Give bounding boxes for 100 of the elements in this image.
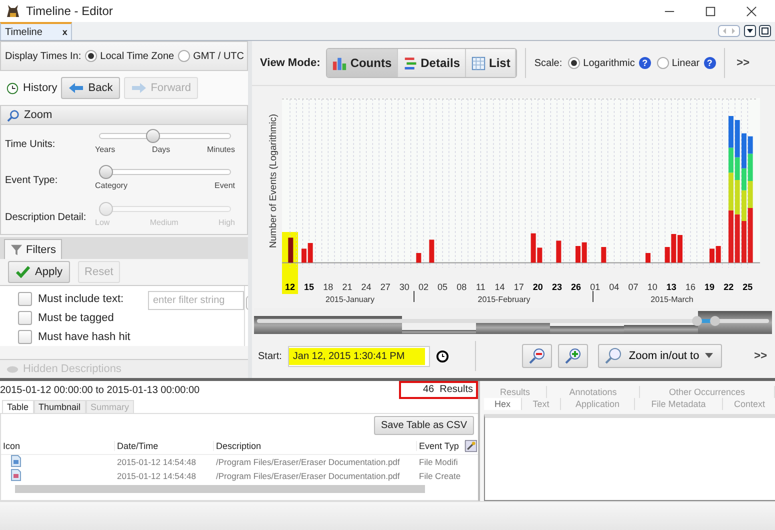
tick-label: Medium: [150, 218, 178, 227]
zoom-in-button[interactable]: [558, 344, 588, 368]
column-header[interactable]: Icon: [1, 440, 115, 450]
date-label: 19: [704, 282, 715, 292]
histogram-bar-segment[interactable]: [742, 168, 746, 190]
histogram-bar[interactable]: [530, 233, 536, 263]
date-label: 25: [742, 282, 753, 292]
result-tab[interactable]: Thumbnail: [34, 400, 86, 413]
column-picker-icon[interactable]: [465, 440, 477, 452]
forward-arrow-icon: [130, 82, 147, 94]
filter-checkbox[interactable]: [18, 292, 32, 306]
more-button[interactable]: >>: [750, 350, 771, 362]
result-tab[interactable]: Table: [2, 400, 34, 413]
histogram-bar[interactable]: [429, 240, 434, 263]
timezone-radio[interactable]: Local Time Zone: [85, 50, 174, 62]
histogram-bar[interactable]: [308, 243, 313, 263]
date-label: 17: [514, 282, 524, 292]
date-label: 16: [685, 282, 696, 292]
more-button[interactable]: >>: [732, 57, 754, 69]
filters-tab[interactable]: Filters: [4, 239, 62, 259]
filter-text-field[interactable]: enter filter string: [148, 291, 244, 310]
timezone-radio[interactable]: GMT / UTC: [178, 50, 244, 62]
histogram-bar[interactable]: [716, 246, 721, 263]
clock-icon[interactable]: [436, 350, 449, 362]
date-label: 11: [476, 282, 486, 292]
zoom-slider[interactable]: [99, 165, 231, 180]
help-button[interactable]: ?: [638, 57, 651, 69]
time-range-text: 2015-01-12 00:00:00 to 2015-01-13 00:00:00: [0, 384, 200, 396]
table-cell-text: File Modifi: [418, 457, 459, 467]
apply-button[interactable]: Apply: [8, 261, 70, 283]
zoom-header[interactable]: Zoom: [1, 106, 247, 126]
date-label: 20: [532, 282, 543, 292]
histogram-bar[interactable]: [601, 247, 606, 263]
start-label: Start:: [258, 350, 282, 362]
column-header[interactable]: Description: [214, 440, 417, 450]
help-button[interactable]: ?: [704, 57, 716, 69]
date-label: 14: [494, 282, 505, 292]
filter-checkbox[interactable]: [18, 330, 32, 344]
file-icon: [11, 469, 21, 481]
filter-label: Must include text:: [38, 292, 125, 304]
filter-icon: [10, 243, 23, 256]
date-label: 22: [724, 282, 734, 292]
maximize-icon[interactable]: [705, 6, 716, 16]
histogram-bar-segment[interactable]: [742, 133, 746, 168]
filter-checkbox[interactable]: [18, 310, 32, 324]
app-icon: [6, 4, 20, 18]
axis-title: Number of Events (Logarithmic): [268, 114, 279, 248]
search-icon: [604, 347, 623, 365]
scale-label: Scale:: [534, 58, 562, 68]
histogram-bar-segment[interactable]: [748, 154, 753, 181]
histogram-bar-segment[interactable]: [734, 214, 740, 263]
view-mode-button[interactable]: List: [466, 49, 516, 77]
view-mode-button[interactable]: Counts: [327, 49, 398, 77]
date-label: 07: [628, 282, 638, 292]
viewer-tab[interactable]: Hex: [484, 398, 522, 410]
view-mode-button[interactable]: Details: [398, 49, 466, 77]
table-cell-text: 2015-01-12 14:54:48: [116, 457, 197, 467]
date-label: 24: [361, 282, 372, 292]
histogram-bar[interactable]: [416, 253, 422, 263]
window-title: Timeline - Editor: [26, 4, 113, 18]
date-label: 04: [609, 282, 620, 292]
document-tab[interactable]: Timeline x: [0, 22, 72, 40]
histogram-bar[interactable]: [556, 240, 562, 263]
tick-label: Low: [95, 218, 110, 227]
date-label: 12: [285, 282, 295, 292]
histogram-bar-segment[interactable]: [734, 157, 740, 180]
back-button[interactable]: Back: [61, 77, 120, 99]
maximize-icon[interactable]: [759, 25, 771, 37]
details-icon: [402, 56, 418, 70]
zoom-slider[interactable]: [99, 129, 231, 144]
scale-radio[interactable]: Linear: [656, 57, 700, 69]
zoom-menu-button[interactable]: Zoom in/out to: [598, 344, 722, 368]
scale-radio[interactable]: Logarithmic: [568, 57, 635, 69]
histogram-bar[interactable]: [582, 242, 587, 263]
histogram-bar-segment[interactable]: [748, 208, 753, 263]
start-date-field[interactable]: Jan 12, 2015 1:30:41 PM: [288, 346, 430, 366]
result-count: 46 Results: [398, 381, 478, 399]
save-csv-button[interactable]: Save Table as CSV: [374, 416, 474, 435]
histogram-bar-segment[interactable]: [748, 136, 753, 154]
histogram-bar[interactable]: [671, 234, 676, 263]
histogram-bar[interactable]: [288, 238, 294, 263]
histogram-bar[interactable]: [664, 247, 670, 263]
tab-list-icon[interactable]: [744, 25, 756, 37]
date-label: 01: [590, 282, 600, 292]
filter-label: Must have hash hit: [38, 330, 132, 342]
histogram-bar-segment[interactable]: [734, 120, 740, 158]
date-label: 08: [456, 282, 467, 292]
caret-icon: [705, 353, 714, 359]
filter-label: Must be tagged: [38, 312, 115, 324]
close-icon[interactable]: [746, 6, 757, 16]
date-label: 10: [647, 282, 658, 292]
month-label: 2015-February: [478, 295, 530, 304]
month-label: 2015-January: [326, 295, 374, 304]
zoom-out-button[interactable]: [522, 344, 552, 368]
date-label: 15: [304, 282, 314, 292]
histogram-bar[interactable]: [537, 248, 542, 263]
column-header[interactable]: Date/Time: [115, 440, 214, 450]
slider-label: Time Units:: [4, 138, 56, 150]
date-label: 21: [342, 282, 352, 292]
range-slider[interactable]: [254, 308, 772, 334]
